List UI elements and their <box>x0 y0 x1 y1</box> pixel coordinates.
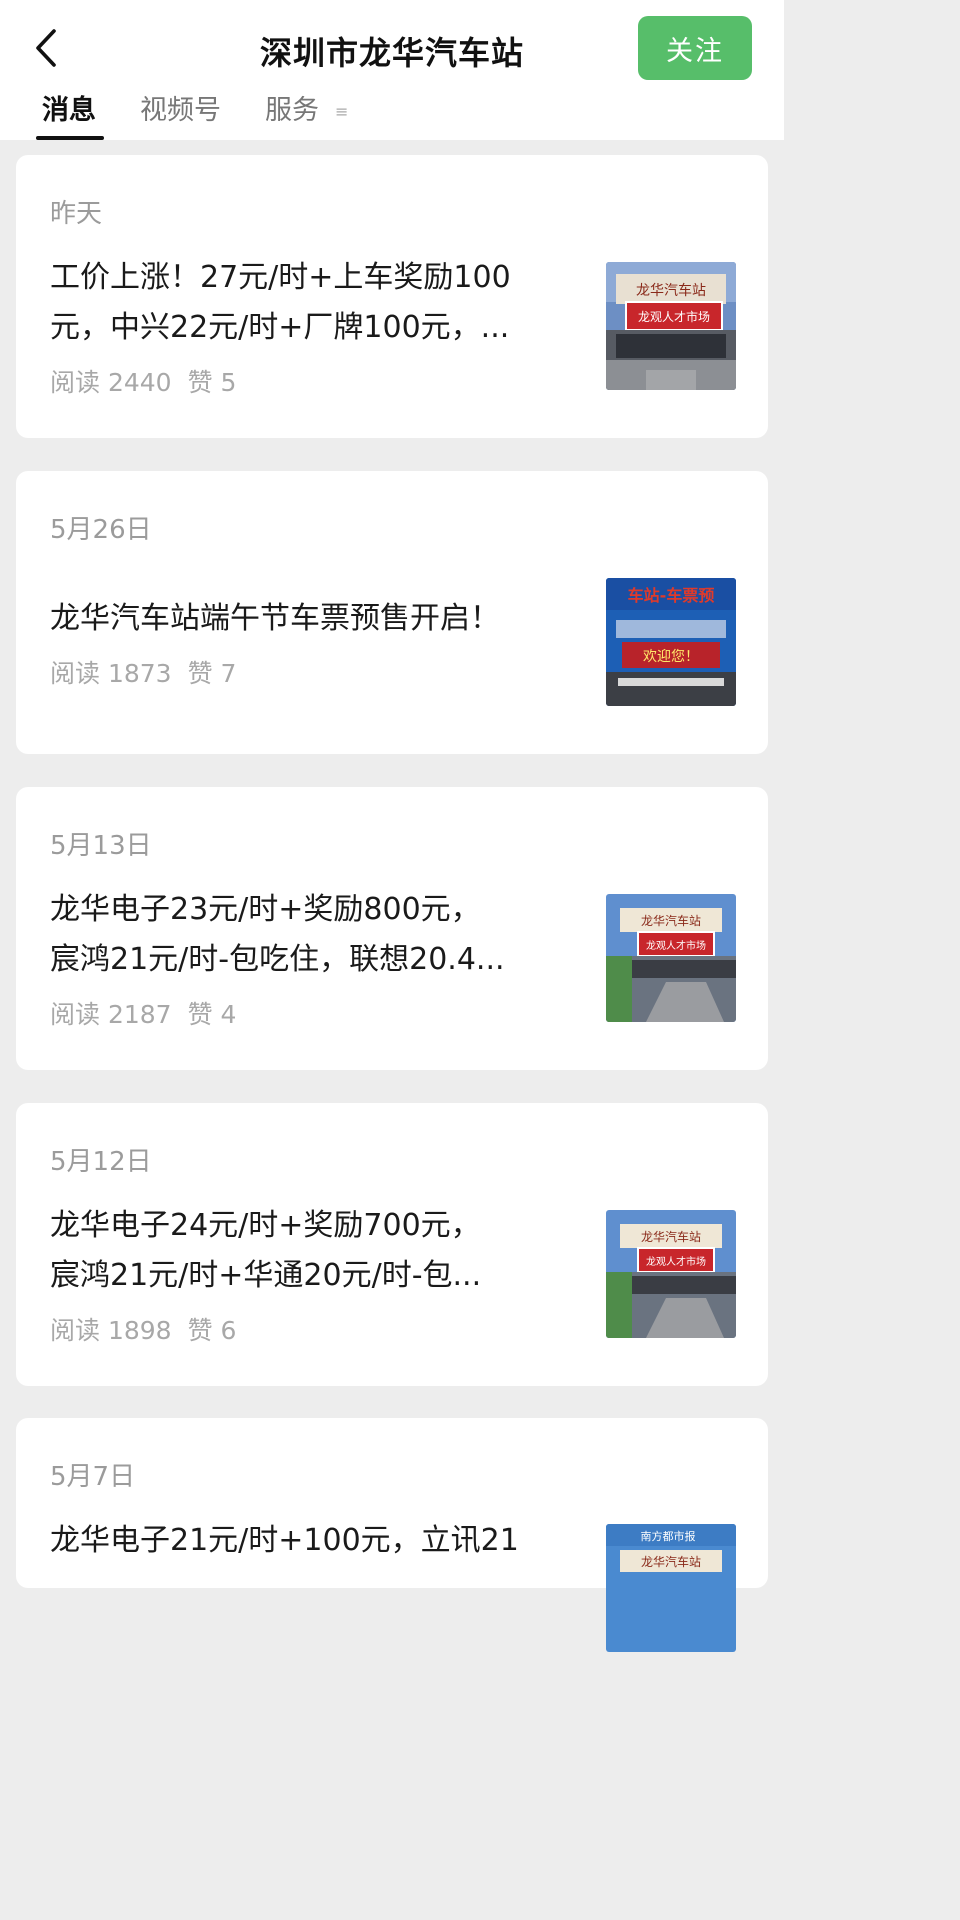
thumb-sign-text: 龙华汽车站 <box>636 282 706 299</box>
article-date: 5月26日 <box>50 515 152 545</box>
article-stats: 阅读 1873 赞 7 <box>50 654 236 690</box>
thumb-sign-text: 龙华汽车站 <box>641 913 701 928</box>
thumb-banner-text: 龙观人才市场 <box>646 939 706 952</box>
article-title[interactable]: 龙华电子24元/时+奖励700元， 宸鸿21元/时+华通20元/时-包... <box>50 1201 590 1301</box>
article-title-line: 龙华电子24元/时+奖励700元， <box>50 1208 481 1243</box>
article-card[interactable]: 5月26日 龙华汽车站端午节车票预售开启！ 阅读 1873 赞 7 车站-车票预 … <box>16 471 768 754</box>
article-date: 昨天 <box>50 199 103 229</box>
thumb-banner-text: 欢迎您！ <box>643 648 699 665</box>
article-title-line: 宸鸿21元/时-包吃住，联想20.4... <box>50 942 505 977</box>
thumb-banner-text: 龙观人才市场 <box>638 309 710 324</box>
article-stats: 阅读 2440 赞 5 <box>50 363 236 399</box>
read-count: 阅读 1873 <box>50 659 172 688</box>
tab-messages[interactable]: 消息 <box>42 88 96 127</box>
article-stats: 阅读 2187 赞 4 <box>50 995 236 1031</box>
article-date: 5月7日 <box>50 1462 136 1492</box>
tab-services[interactable]: 服务 <box>265 88 319 127</box>
thumb-banner-text: 龙华汽车站 <box>641 1554 701 1569</box>
top-bar: 深圳市龙华汽车站 关注 消息 视频号 服务 ≡ <box>0 0 784 140</box>
station-photo: 龙华汽车站 龙观人才市场 <box>606 1210 736 1338</box>
article-thumbnail[interactable]: 龙华汽车站 龙观人才市场 <box>606 262 736 390</box>
article-card[interactable]: 5月12日 龙华电子24元/时+奖励700元， 宸鸿21元/时+华通20元/时-… <box>16 1103 768 1386</box>
station-photo: 南方都市报 龙华汽车站 <box>606 1524 736 1652</box>
thumb-sign-text: 南方都市报 <box>641 1529 696 1543</box>
article-title-line: 龙华电子21元/时+100元，立讯21 <box>50 1523 519 1558</box>
article-date: 5月12日 <box>50 1147 152 1177</box>
article-title[interactable]: 龙华电子21元/时+100元，立讯21 <box>50 1516 590 1566</box>
article-thumbnail[interactable]: 龙华汽车站 龙观人才市场 <box>606 894 736 1022</box>
read-count: 阅读 1898 <box>50 1316 172 1345</box>
station-photo: 龙华汽车站 龙观人才市场 <box>606 894 736 1022</box>
article-card[interactable]: 5月7日 龙华电子21元/时+100元，立讯21 南方都市报 龙华汽车站 <box>16 1418 768 1652</box>
follow-button[interactable]: 关注 <box>638 16 752 80</box>
thumb-sign-text: 龙华汽车站 <box>641 1229 701 1244</box>
like-count: 赞 4 <box>187 1000 237 1029</box>
read-count: 阅读 2187 <box>50 1000 172 1029</box>
article-title[interactable]: 龙华电子23元/时+奖励800元， 宸鸿21元/时-包吃住，联想20.4... <box>50 885 590 985</box>
thumb-sign-text: 车站-车票预 <box>628 586 715 605</box>
article-title-line: 龙华电子23元/时+奖励800元， <box>50 892 481 927</box>
article-title[interactable]: 龙华汽车站端午节车票预售开启！ <box>50 594 590 644</box>
read-count: 阅读 2440 <box>50 368 172 397</box>
article-card[interactable]: 昨天 工价上涨！27元/时+上车奖励100 元，中兴22元/时+厂牌100元，.… <box>16 155 768 438</box>
tab-bar: 消息 视频号 服务 <box>0 88 784 140</box>
station-photo: 龙华汽车站 龙观人才市场 <box>606 262 736 390</box>
like-count: 赞 7 <box>187 659 237 688</box>
menu-icon[interactable]: ≡ <box>335 102 348 121</box>
article-card[interactable]: 5月13日 龙华电子23元/时+奖励800元， 宸鸿21元/时-包吃住，联想20… <box>16 787 768 1070</box>
article-thumbnail[interactable]: 龙华汽车站 龙观人才市场 <box>606 1210 736 1338</box>
article-stats: 阅读 1898 赞 6 <box>50 1311 236 1347</box>
like-count: 赞 6 <box>187 1316 237 1345</box>
article-thumbnail[interactable]: 南方都市报 龙华汽车站 <box>606 1524 736 1652</box>
like-count: 赞 5 <box>187 368 237 397</box>
article-thumbnail[interactable]: 车站-车票预 欢迎您！ <box>606 578 736 706</box>
article-title[interactable]: 工价上涨！27元/时+上车奖励100 元，中兴22元/时+厂牌100元，... <box>50 253 590 353</box>
tab-channels[interactable]: 视频号 <box>140 88 221 127</box>
article-title-line: 宸鸿21元/时+华通20元/时-包... <box>50 1258 482 1293</box>
article-title-line: 工价上涨！27元/时+上车奖励100 <box>50 260 511 295</box>
active-tab-indicator <box>36 136 104 140</box>
article-date: 5月13日 <box>50 831 152 861</box>
article-title-line: 龙华汽车站端午节车票预售开启！ <box>50 601 500 636</box>
station-photo: 车站-车票预 欢迎您！ <box>606 578 736 706</box>
thumb-banner-text: 龙观人才市场 <box>646 1255 706 1268</box>
article-title-line: 元，中兴22元/时+厂牌100元，... <box>50 310 510 345</box>
